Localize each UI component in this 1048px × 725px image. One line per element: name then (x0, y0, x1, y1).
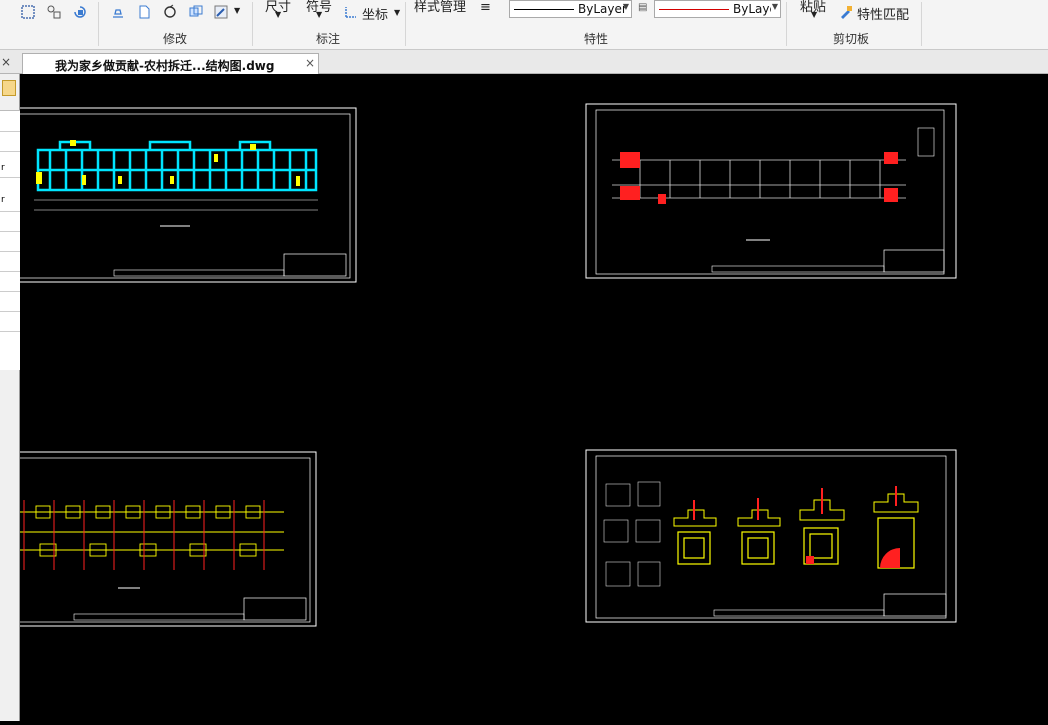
tab-close-icon[interactable]: × (305, 56, 315, 70)
color-preview (659, 9, 729, 10)
model-space[interactable] (9, 74, 1048, 721)
chevron-down-icon[interactable]: ▼ (394, 8, 400, 17)
select-box-icon[interactable] (20, 4, 36, 20)
group-label-clipboard: 剪切板 (833, 32, 870, 46)
palette-row-label: r (1, 195, 5, 205)
group-label-annotate: 标注 (316, 32, 341, 46)
drawing-canvas[interactable] (9, 74, 1048, 721)
chevron-down-icon[interactable]: ▼ (234, 6, 240, 15)
drawing-sheet-foundation-plan[interactable] (585, 103, 957, 279)
palette-lock-icon[interactable] (2, 80, 16, 96)
palette-row (0, 291, 20, 292)
ribbon-separator (98, 2, 99, 46)
drawing-sheet-floor-plan[interactable] (9, 107, 357, 283)
rotate-icon[interactable] (162, 4, 178, 20)
color-swatch-icon[interactable]: ▤ (638, 2, 647, 13)
palette-row (0, 271, 20, 272)
chevron-down-icon[interactable]: ▼ (811, 10, 817, 19)
match-properties-icon (841, 6, 852, 19)
group-icon[interactable] (46, 4, 62, 20)
palette-row (0, 251, 20, 252)
ribbon-separator (405, 2, 406, 46)
palette-row (0, 151, 20, 152)
palette-row (0, 211, 20, 212)
chevron-down-icon: ▼ (622, 2, 629, 11)
coordinate-button[interactable]: 坐标 (362, 4, 388, 23)
palette-row-label: r (1, 163, 5, 173)
property-palette: r r (0, 74, 20, 721)
document-tab-bar: × 我为家乡做贡献-农村拆迁...结构图.dwg × (0, 50, 1048, 74)
chevron-down-icon[interactable]: ▼ (275, 10, 281, 19)
ribbon: ▼ 修改 尺寸 ▼ 符号 ▼ 坐标 ▼ 标注 样式管理 ≡ ByLayer ▼ … (0, 0, 1048, 50)
chevron-down-icon[interactable]: ▼ (316, 10, 322, 19)
refresh-shape-icon[interactable] (72, 4, 88, 20)
ribbon-separator (252, 2, 253, 46)
palette-row (0, 331, 20, 332)
ribbon-separator (786, 2, 787, 46)
stamp-icon[interactable] (110, 4, 126, 20)
palette-list: r r (0, 110, 20, 370)
style-manager-button[interactable]: 样式管理 (414, 0, 466, 15)
edit-icon[interactable] (213, 4, 229, 20)
color-value: ByLayer (733, 2, 771, 16)
linetype-preview (514, 9, 574, 10)
lineweight-icon[interactable]: ≡ (480, 0, 491, 15)
palette-row (0, 311, 20, 312)
drawing-sheet-beam-layout[interactable] (9, 451, 317, 627)
linetype-value: ByLayer (578, 2, 627, 16)
drawing-sheet-footing-details[interactable] (585, 449, 957, 623)
document-icon[interactable] (136, 4, 152, 20)
palette-row (0, 231, 20, 232)
palette-close-icon[interactable]: × (1, 55, 11, 69)
palette-row (0, 131, 20, 132)
ribbon-separator (921, 2, 922, 46)
color-dropdown[interactable]: ByLayer ▼ (654, 0, 781, 18)
palette-row (0, 177, 20, 178)
linetype-dropdown[interactable]: ByLayer ▼ (509, 0, 632, 18)
tab-document[interactable]: 我为家乡做贡献-农村拆迁...结构图.dwg × (22, 53, 319, 74)
group-label-properties: 特性 (584, 32, 609, 46)
coordinate-icon (345, 7, 356, 18)
tab-document-label: 我为家乡做贡献-农村拆迁...结构图.dwg (55, 59, 275, 73)
match-properties-button[interactable]: 特性匹配 (857, 4, 909, 23)
copy-icon[interactable] (188, 4, 204, 20)
chevron-down-icon: ▼ (771, 2, 778, 11)
group-label-modify: 修改 (163, 32, 188, 46)
